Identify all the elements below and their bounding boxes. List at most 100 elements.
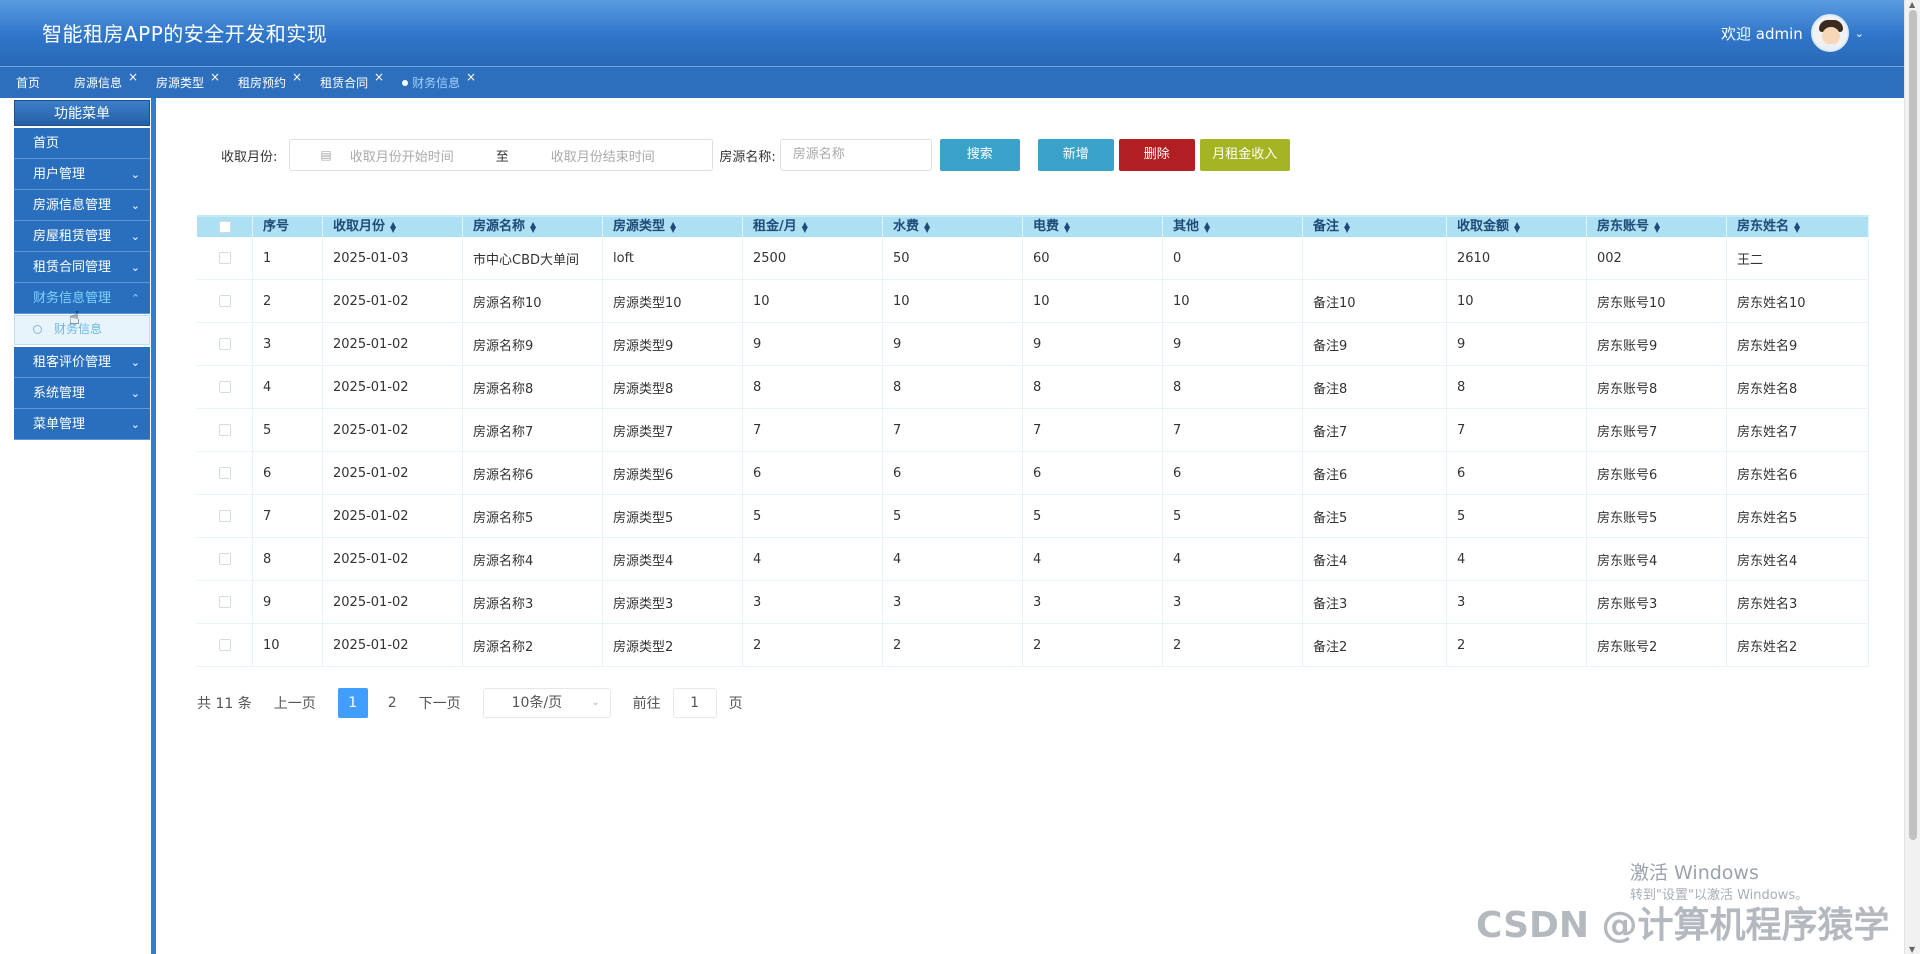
table-cell: 房东账号10: [1587, 280, 1727, 322]
table-row[interactable]: 10 2025-01-02 房源名称2 房源类型2 2 2 2 2 备注2 2 房东账号2 房东姓名2: [197, 624, 1869, 667]
table-body: 1 2025-01-03 市中心CBD大单间 loft 2500 50 60 0 2610 002…: [197, 237, 1869, 667]
table-cell: 3: [1163, 581, 1303, 623]
house-name-input[interactable]: 房源名称: [779, 139, 932, 171]
tab-contract[interactable]: 租赁合同 ×: [304, 67, 386, 99]
close-icon[interactable]: ×: [374, 61, 384, 93]
table-cell: 10: [1447, 280, 1587, 322]
user-menu[interactable]: 欢迎 admin ⌄: [1721, 14, 1864, 52]
monthly-income-button[interactable]: 月租金收入: [1199, 139, 1290, 171]
table-cell: 房源名称9: [463, 323, 603, 365]
end-month-input[interactable]: 收取月份结束时间: [551, 146, 655, 165]
tab-booking[interactable]: 租房预约 ×: [222, 67, 304, 99]
col-header[interactable]: 房东姓名 ▲ ▼: [1727, 217, 1869, 237]
col-header[interactable]: 房源类型 ▲ ▼: [603, 217, 743, 237]
avatar[interactable]: [1810, 14, 1849, 52]
sidebar-subitem-finance-info[interactable]: 财务信息: [14, 315, 150, 345]
goto-page-input[interactable]: 1: [672, 688, 717, 718]
start-month-input[interactable]: 收取月份开始时间: [350, 146, 454, 165]
table-cell: 1: [253, 237, 323, 279]
table-cell: 备注10: [1303, 280, 1447, 322]
search-button[interactable]: 搜索: [939, 139, 1020, 171]
tab-house-info[interactable]: 房源信息 ×: [58, 67, 140, 99]
table-cell: 房源名称2: [463, 624, 603, 666]
tab-house-type[interactable]: 房源类型 ×: [140, 67, 222, 99]
sidebar-item-system[interactable]: 系统管理 ⌄: [14, 378, 150, 409]
table-row[interactable]: 9 2025-01-02 房源名称3 房源类型3 3 3 3 3 备注3 3 房东账号3 房东姓名3: [197, 581, 1869, 624]
row-checkbox[interactable]: [197, 624, 253, 666]
chevron-down-icon: ⌄: [130, 356, 140, 369]
month-range-picker[interactable]: ▤ 收取月份开始时间 至 收取月份结束时间: [289, 139, 714, 171]
table-row[interactable]: 8 2025-01-02 房源名称4 房源类型4 4 4 4 4 备注4 4 房东账号4 房东姓名4: [197, 538, 1869, 581]
delete-button[interactable]: 删除: [1118, 139, 1195, 171]
col-header[interactable]: 房东账号 ▲ ▼: [1587, 217, 1727, 237]
sidebar-item-home[interactable]: 首页: [14, 128, 150, 159]
prev-page-button[interactable]: 上一页: [274, 693, 316, 713]
table-cell: 备注2: [1303, 624, 1447, 666]
add-button[interactable]: 新增: [1037, 139, 1114, 171]
row-checkbox[interactable]: [197, 323, 253, 365]
goto-label: 前往: [632, 696, 661, 712]
table-row[interactable]: 6 2025-01-02 房源名称6 房源类型6 6 6 6 6 备注6 6 房东账号6 房东姓名6: [197, 452, 1869, 495]
table-cell: 6: [883, 452, 1023, 494]
col-header[interactable]: 房源名称 ▲ ▼: [463, 217, 603, 237]
row-checkbox[interactable]: [197, 452, 253, 494]
tab-finance[interactable]: 财务信息 ×: [386, 67, 478, 99]
close-icon[interactable]: ×: [210, 61, 220, 93]
sidebar-item-contract[interactable]: 租赁合同管理 ⌄: [14, 252, 150, 283]
select-all-checkbox[interactable]: [197, 217, 253, 237]
row-checkbox[interactable]: [197, 366, 253, 408]
sidebar-item-menu-admin[interactable]: 菜单管理 ⌄: [14, 409, 150, 440]
sidebar-item-finance[interactable]: 财务信息管理 ⌃: [14, 283, 150, 314]
next-page-button[interactable]: 下一页: [419, 693, 461, 713]
table-cell: 7: [743, 409, 883, 451]
table-cell: 2: [253, 280, 323, 322]
chevron-down-icon[interactable]: ⌄: [1855, 27, 1864, 40]
col-header[interactable]: 其他 ▲ ▼: [1163, 217, 1303, 237]
table-row[interactable]: 5 2025-01-02 房源名称7 房源类型7 7 7 7 7 备注7 7 房东账号7 房东姓名7: [197, 409, 1869, 452]
sort-icon: ▲ ▼: [1204, 220, 1211, 234]
tab-home[interactable]: 首页: [0, 67, 58, 99]
radio-icon: [33, 325, 42, 334]
row-checkbox[interactable]: [197, 280, 253, 322]
sidebar-item-users[interactable]: 用户管理 ⌄: [14, 159, 150, 190]
table-cell: 4: [1023, 538, 1163, 580]
vertical-scrollbar[interactable]: ▲ ▼: [1904, 0, 1920, 954]
sidebar-item-rental[interactable]: 房屋租赁管理 ⌄: [14, 221, 150, 252]
table-cell: 房源名称10: [463, 280, 603, 322]
sidebar-item-reviews[interactable]: 租客评价管理 ⌄: [14, 347, 150, 378]
row-checkbox[interactable]: [197, 495, 253, 537]
table-row[interactable]: 7 2025-01-02 房源名称5 房源类型5 5 5 5 5 备注5 5 房东账号5 房东姓名5: [197, 495, 1869, 538]
table-row[interactable]: 3 2025-01-02 房源名称9 房源类型9 9 9 9 9 备注9 9 房东账号9 房东姓名9: [197, 323, 1869, 366]
col-header[interactable]: 收取金额 ▲ ▼: [1447, 217, 1587, 237]
close-icon[interactable]: ×: [292, 61, 302, 93]
table-cell: 4: [743, 538, 883, 580]
table-row[interactable]: 1 2025-01-03 市中心CBD大单间 loft 2500 50 60 0 2610 002…: [197, 237, 1869, 280]
table-row[interactable]: 2 2025-01-02 房源名称10 房源类型10 10 10 10 10 备注10 10 房东账…: [197, 280, 1869, 323]
table-cell: 9: [743, 323, 883, 365]
table-cell: 王二: [1727, 237, 1869, 279]
table-cell: 10: [883, 280, 1023, 322]
table-cell: 3: [743, 581, 883, 623]
col-header[interactable]: 水费 ▲ ▼: [883, 217, 1023, 237]
col-header[interactable]: 备注 ▲ ▼: [1303, 217, 1447, 237]
table-cell: 房东账号7: [1587, 409, 1727, 451]
table-cell: 3: [883, 581, 1023, 623]
table-cell: 6: [1023, 452, 1163, 494]
row-checkbox[interactable]: [197, 409, 253, 451]
page-2-button[interactable]: 2: [388, 695, 397, 711]
col-header[interactable]: 收取月份 ▲ ▼: [323, 217, 463, 237]
row-checkbox[interactable]: [197, 581, 253, 623]
scrollbar-thumb[interactable]: [1909, 10, 1917, 840]
col-header[interactable]: 电费 ▲ ▼: [1023, 217, 1163, 237]
close-icon[interactable]: ×: [128, 61, 138, 93]
col-header[interactable]: 序号: [253, 217, 323, 237]
page-size-select[interactable]: 10条/页 ⌄: [482, 688, 611, 718]
sidebar-item-house-info[interactable]: 房源信息管理 ⌄: [14, 190, 150, 221]
close-icon[interactable]: ×: [466, 61, 476, 93]
app-title: 智能租房APP的安全开发和实现: [42, 22, 328, 46]
table-row[interactable]: 4 2025-01-02 房源名称8 房源类型8 8 8 8 8 备注8 8 房东账号8 房东姓名8: [197, 366, 1869, 409]
col-header[interactable]: 租金/月 ▲ ▼: [743, 217, 883, 237]
page-1-button[interactable]: 1: [337, 688, 368, 718]
row-checkbox[interactable]: [197, 538, 253, 580]
row-checkbox[interactable]: [197, 237, 253, 279]
